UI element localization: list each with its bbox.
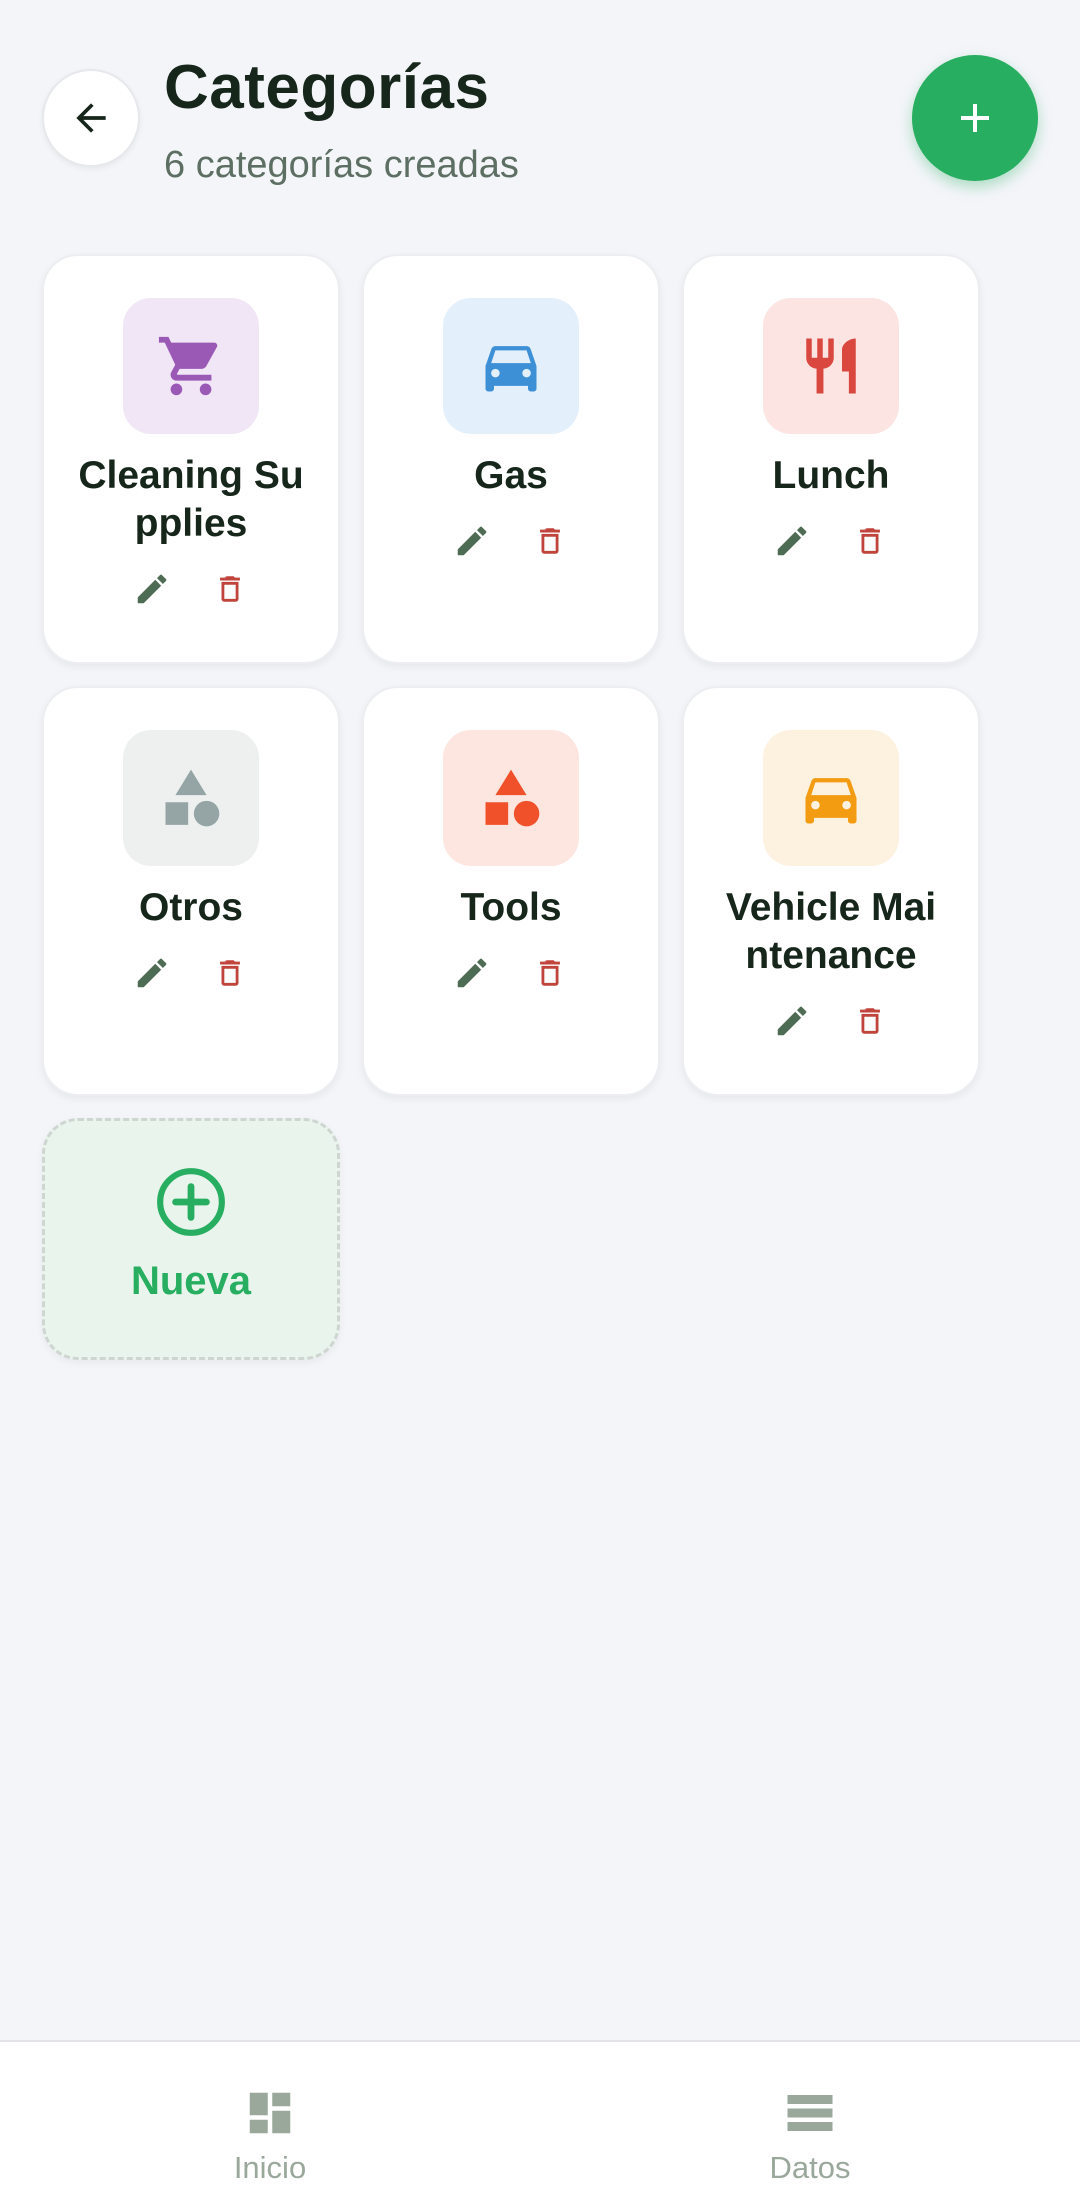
shapes-icon bbox=[165, 769, 220, 827]
edit-button[interactable] bbox=[773, 522, 811, 560]
shapes-icon bbox=[485, 769, 540, 827]
category-card[interactable]: Vehicle Mai ntenance bbox=[682, 686, 980, 1096]
back-button[interactable] bbox=[42, 69, 140, 167]
trash-icon bbox=[220, 960, 240, 986]
edit-button[interactable] bbox=[133, 570, 171, 608]
new-category-label: Nueva bbox=[130, 1259, 252, 1303]
bottom-nav: Inicio Datos bbox=[0, 2040, 1080, 2195]
category-grid: Cleaning Supplies Gas Lunch Otros Tools … bbox=[42, 254, 982, 1528]
add-category-button[interactable] bbox=[912, 55, 1038, 181]
edit-button[interactable] bbox=[773, 1002, 811, 1040]
category-name: Tools bbox=[460, 886, 562, 929]
delete-button[interactable] bbox=[531, 522, 569, 560]
category-icon-box bbox=[763, 298, 899, 434]
edit-button[interactable] bbox=[133, 954, 171, 992]
trash-icon bbox=[220, 576, 240, 602]
trash-icon bbox=[860, 528, 880, 554]
trash-icon bbox=[540, 960, 560, 986]
card-actions bbox=[133, 954, 249, 992]
delete-button[interactable] bbox=[851, 1002, 889, 1040]
trash-icon bbox=[860, 1008, 880, 1034]
delete-button[interactable] bbox=[211, 570, 249, 608]
category-card[interactable]: Cleaning Supplies bbox=[42, 254, 340, 664]
category-name: Lunch bbox=[772, 454, 890, 497]
card-actions bbox=[453, 954, 569, 992]
category-name: Vehicle Mai ntenance bbox=[725, 886, 937, 977]
add-circle-icon bbox=[157, 1168, 225, 1236]
pencil-icon bbox=[777, 526, 807, 556]
cart-icon bbox=[158, 336, 218, 396]
car-icon bbox=[805, 778, 857, 824]
edit-button[interactable] bbox=[453, 522, 491, 560]
pencil-icon bbox=[137, 958, 167, 988]
nav-label: Inicio bbox=[233, 2150, 307, 2185]
page-title: Categorías bbox=[164, 53, 490, 122]
arrow-left-icon bbox=[76, 103, 106, 133]
pencil-icon bbox=[457, 958, 487, 988]
nav-item-inicio[interactable]: Inicio bbox=[0, 2042, 540, 2195]
category-name: Gas bbox=[474, 454, 548, 497]
category-name: Cleaning Supplies bbox=[78, 454, 304, 545]
nav-label: Datos bbox=[769, 2150, 851, 2185]
nav-item-datos[interactable]: Datos bbox=[540, 2042, 1080, 2195]
car-icon bbox=[485, 346, 537, 392]
category-icon-box bbox=[123, 298, 259, 434]
utensils-icon bbox=[806, 338, 856, 394]
delete-button[interactable] bbox=[211, 954, 249, 992]
plus-icon bbox=[961, 104, 989, 132]
delete-button[interactable] bbox=[851, 522, 889, 560]
pencil-icon bbox=[137, 574, 167, 604]
delete-button[interactable] bbox=[531, 954, 569, 992]
card-actions bbox=[133, 570, 249, 608]
list-icon bbox=[787, 2095, 833, 2131]
category-card[interactable]: Lunch bbox=[682, 254, 980, 664]
category-icon-box bbox=[443, 298, 579, 434]
categories-screen: Categorías 6 categorías creadas Cleaning… bbox=[0, 0, 1080, 2195]
page-subtitle: 6 categorías creadas bbox=[164, 144, 519, 186]
pencil-icon bbox=[777, 1006, 807, 1036]
category-icon-box bbox=[123, 730, 259, 866]
category-card[interactable]: Gas bbox=[362, 254, 660, 664]
category-icon-box bbox=[763, 730, 899, 866]
edit-button[interactable] bbox=[453, 954, 491, 992]
category-icon-box bbox=[443, 730, 579, 866]
category-card[interactable]: Otros bbox=[42, 686, 340, 1096]
card-actions bbox=[453, 522, 569, 560]
category-name: Otros bbox=[138, 886, 243, 929]
trash-icon bbox=[540, 528, 560, 554]
card-actions bbox=[773, 522, 889, 560]
card-actions bbox=[773, 1002, 889, 1040]
pencil-icon bbox=[457, 526, 487, 556]
dashboard-icon bbox=[249, 2092, 291, 2134]
new-category-card[interactable]: Nueva bbox=[42, 1118, 340, 1360]
category-card[interactable]: Tools bbox=[362, 686, 660, 1096]
